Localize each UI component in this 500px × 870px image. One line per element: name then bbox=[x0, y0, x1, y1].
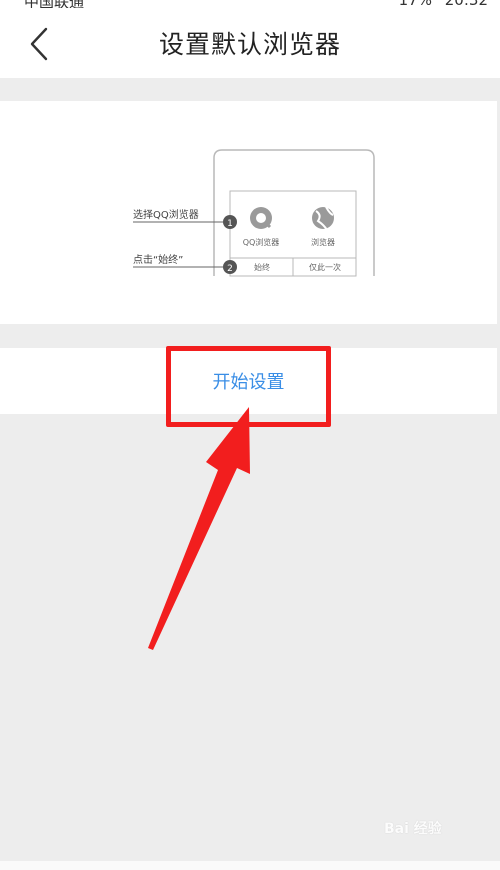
watermark: Bai 经验 bbox=[384, 821, 442, 837]
bottom-strip bbox=[0, 861, 500, 870]
red-arrow-annotation bbox=[148, 407, 250, 650]
